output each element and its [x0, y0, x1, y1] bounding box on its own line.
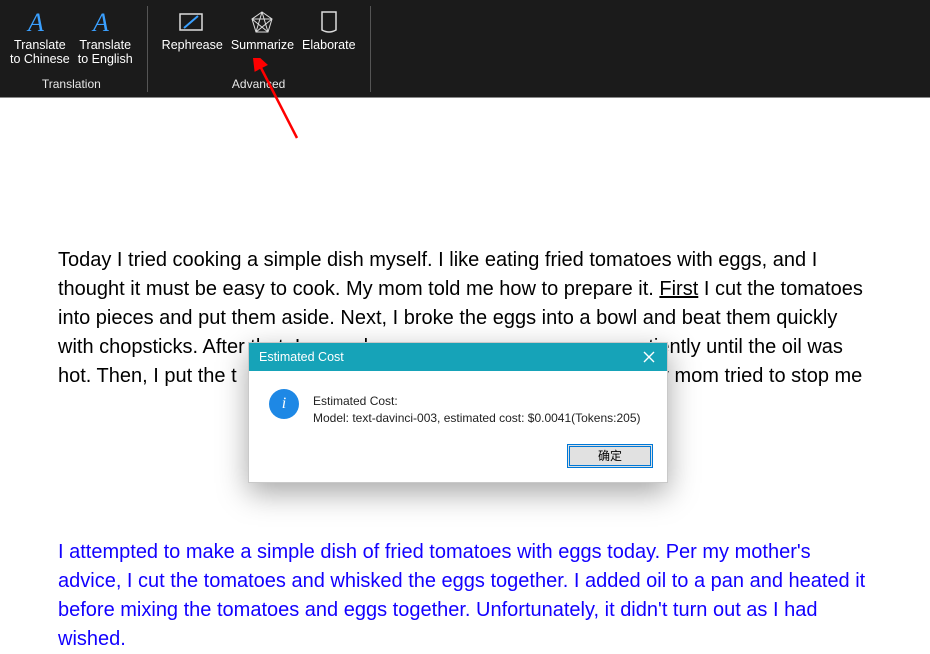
close-icon [643, 351, 655, 363]
translate-to-chinese-button[interactable]: A Translate to Chinese [6, 4, 74, 77]
estimated-cost-dialog: Estimated Cost i Estimated Cost: Model: … [248, 342, 668, 483]
translate-a-icon: A [24, 8, 56, 36]
ok-button[interactable]: 确定 [567, 444, 653, 468]
group-separator [147, 6, 148, 92]
rephrase-icon [176, 8, 208, 36]
group-translation: A Translate to Chinese A Translate to En… [0, 0, 143, 97]
dialog-title-text: Estimated Cost [259, 350, 344, 364]
button-label-line2: to Chinese [10, 52, 70, 66]
elaborate-button[interactable]: Elaborate [298, 4, 360, 77]
summary-paragraph[interactable]: I attempted to make a simple dish of fri… [58, 538, 872, 654]
group-label-advanced: Advanced [232, 77, 285, 95]
rephrase-button[interactable]: Rephrease [158, 4, 227, 77]
summarize-icon [246, 8, 278, 36]
dialog-titlebar[interactable]: Estimated Cost [249, 343, 667, 371]
elaborate-icon [313, 8, 345, 36]
svg-text:A: A [91, 9, 109, 35]
translate-a-icon: A [89, 8, 121, 36]
info-icon: i [269, 389, 299, 419]
group-separator [370, 6, 371, 92]
button-label-line1: Summarize [231, 38, 294, 52]
dialog-line1: Estimated Cost: [313, 393, 641, 410]
translate-to-english-button[interactable]: A Translate to English [74, 4, 137, 77]
ribbon-toolbar: A Translate to Chinese A Translate to En… [0, 0, 930, 98]
close-button[interactable] [631, 343, 667, 371]
summarize-button[interactable]: Summarize [227, 4, 298, 77]
group-label-translation: Translation [42, 77, 101, 95]
svg-text:A: A [26, 9, 44, 35]
underlined-word: First [659, 278, 698, 300]
button-label-line1: Translate [79, 38, 131, 52]
button-label-line1: Translate [14, 38, 66, 52]
dialog-message: Estimated Cost: Model: text-davinci-003,… [313, 393, 641, 428]
group-advanced: Rephrease Summarize Elaborate Advanced [152, 0, 366, 97]
button-label-line1: Rephrease [162, 38, 223, 52]
button-label-line2: to English [78, 52, 133, 66]
button-label-line1: Elaborate [302, 38, 356, 52]
dialog-line2: Model: text-davinci-003, estimated cost:… [313, 410, 641, 427]
